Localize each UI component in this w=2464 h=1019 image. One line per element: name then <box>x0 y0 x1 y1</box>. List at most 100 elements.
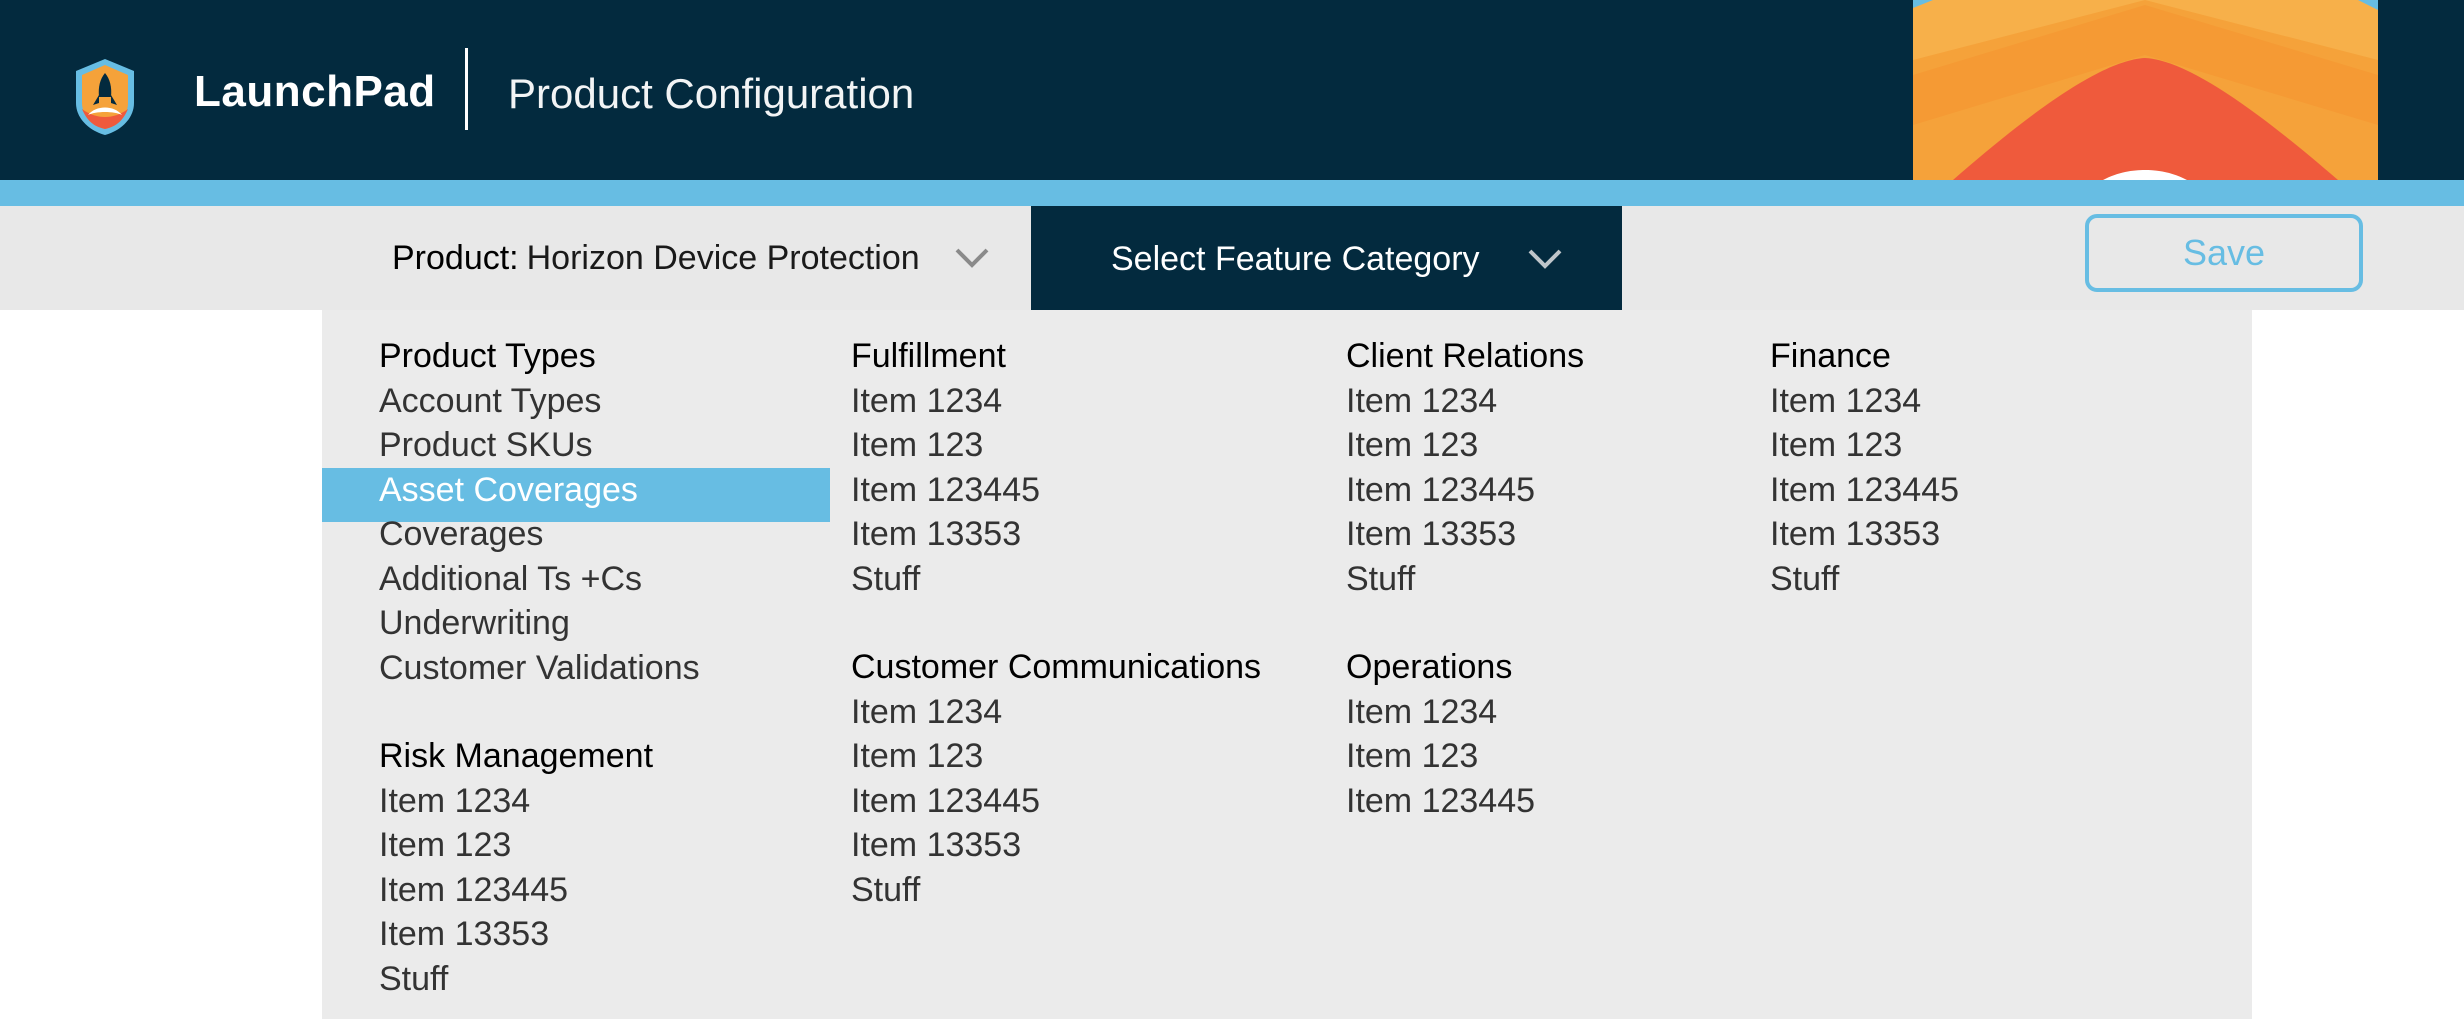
menu-item[interactable]: Item 123 <box>1346 423 1584 468</box>
menu-item-label: Item 123445 <box>1346 470 1536 509</box>
menu-item[interactable]: Item 1234 <box>851 379 1261 424</box>
menu-group: Client Relations Item 1234 Item 123 Item 12… <box>1346 334 1584 601</box>
menu-item-label: Item 1234 <box>1770 381 1922 420</box>
app-header: LaunchPad Product Configuration <box>0 0 2464 180</box>
menu-item-label: Item 123445 <box>851 781 1041 820</box>
menu-item-label: Item 123 <box>1770 426 1903 464</box>
menu-item[interactable]: Item 1234 <box>379 779 700 824</box>
menu-column: Finance Item 1234 Item 123 Item 123445 Item … <box>1770 334 1959 645</box>
menu-item-label: Item 123445 <box>379 870 569 909</box>
menu-item[interactable]: Stuff <box>1770 557 1959 602</box>
banner-artwork <box>1913 0 2378 180</box>
menu-item[interactable]: Item 123 <box>1346 734 1584 779</box>
menu-item[interactable]: Underwriting <box>379 601 700 646</box>
menu-item-label: Item 123445 <box>1770 470 1960 509</box>
feature-category-selector[interactable]: Select Feature Category <box>1031 206 1622 312</box>
menu-item[interactable]: Stuff <box>851 557 1261 602</box>
menu-item-selected[interactable]: Asset Coverages <box>322 467 830 521</box>
menu-item[interactable]: Additional Ts +Cs <box>379 557 700 602</box>
menu-item[interactable]: Item 123445 <box>1346 468 1584 513</box>
menu-item-label: Item 123 <box>1346 737 1479 775</box>
feature-category-menu: Product Types Account Types Product SKUs As… <box>322 310 2252 1019</box>
chevron-down-icon[interactable] <box>1527 248 1563 270</box>
menu-item[interactable]: Item 13353 <box>1770 512 1959 557</box>
menu-group: Customer Communications Item 1234 Item 123… <box>851 645 1261 912</box>
menu-item[interactable]: Item 1234 <box>851 690 1261 735</box>
menu-item-label: Stuff <box>379 959 449 998</box>
menu-group: Product Types Account Types Product SKUs As… <box>322 334 830 691</box>
menu-item-label: Item 13353 <box>1346 515 1517 553</box>
chevron-down-icon[interactable] <box>954 247 990 269</box>
menu-item-label: Item 1234 <box>379 781 531 820</box>
menu-group-heading[interactable]: Fulfillment <box>851 334 1261 379</box>
menu-group-heading[interactable]: Product Types <box>379 334 700 379</box>
menu-item-label: Account Types <box>379 381 602 420</box>
product-value[interactable]: Horizon Device Protection <box>527 239 920 278</box>
header-divider <box>465 48 468 130</box>
menu-item-label: Item 13353 <box>851 515 1022 553</box>
menu-item-label: Product SKUs <box>379 426 593 464</box>
menu-item[interactable]: Item 123445 <box>379 868 700 913</box>
rocket-shield-icon[interactable] <box>74 57 136 137</box>
menu-item[interactable]: Item 13353 <box>379 912 700 957</box>
menu-column: Fulfillment Item 1234 Item 123 Item 123445 I… <box>851 334 1261 956</box>
menu-item-label: Item 13353 <box>851 826 1022 864</box>
menu-item[interactable]: Item 123445 <box>851 779 1261 824</box>
menu-group-heading[interactable]: Operations <box>1346 645 1584 690</box>
menu-item[interactable]: Coverages <box>379 512 700 557</box>
menu-item-label: Item 123445 <box>851 470 1041 509</box>
menu-item-label: Item 123 <box>1346 426 1479 464</box>
menu-group-heading[interactable]: Finance <box>1770 334 1959 379</box>
product-selector[interactable]: Product: Horizon Device Protection <box>392 206 990 310</box>
save-button[interactable]: Save <box>2085 214 2363 292</box>
menu-item-label: Item 123 <box>851 426 984 464</box>
menu-item[interactable]: Item 1234 <box>1346 379 1584 424</box>
menu-group: Risk Management Item 1234 Item 123 Item 123… <box>379 734 700 1001</box>
menu-item[interactable]: Item 13353 <box>1346 512 1584 557</box>
menu-group-heading[interactable]: Client Relations <box>1346 334 1584 379</box>
product-label: Product: <box>392 238 519 277</box>
menu-item[interactable]: Item 123445 <box>851 468 1261 513</box>
page: LaunchPad Product Configuration Product:… <box>0 0 2464 1019</box>
menu-item[interactable]: Customer Validations <box>379 646 700 691</box>
menu-item-label: Asset Coverages <box>379 470 638 509</box>
menu-item-label: Stuff <box>1770 559 1840 598</box>
menu-item-label: Stuff <box>851 559 921 598</box>
menu-item-label: Item 13353 <box>379 915 550 953</box>
menu-item[interactable]: Item 123 <box>851 734 1261 779</box>
menu-group-heading[interactable]: Customer Communications <box>851 645 1261 690</box>
menu-column: Client Relations Item 1234 Item 123 Item 12… <box>1346 334 1584 867</box>
menu-item[interactable]: Stuff <box>1346 557 1584 602</box>
menu-group-heading[interactable]: Risk Management <box>379 734 700 779</box>
menu-item[interactable]: Item 13353 <box>851 823 1261 868</box>
menu-item[interactable]: Item 123 <box>379 823 700 868</box>
menu-item-label: Stuff <box>851 870 921 909</box>
feature-category-label: Select Feature Category <box>1111 239 1480 278</box>
menu-group: Operations Item 1234 Item 123 Item 123445 <box>1346 645 1584 823</box>
menu-item[interactable]: Product SKUs <box>379 423 700 468</box>
menu-item[interactable]: Item 1234 <box>1346 690 1584 735</box>
menu-item[interactable]: Item 123 <box>851 423 1261 468</box>
menu-item-label: Item 123 <box>379 826 512 864</box>
menu-item[interactable]: Item 1234 <box>1770 379 1959 424</box>
brand-name[interactable]: LaunchPad <box>194 62 436 122</box>
menu-item-label: Stuff <box>1346 559 1416 598</box>
menu-item-label: Item 1234 <box>1346 381 1498 420</box>
menu-item[interactable]: Item 13353 <box>851 512 1261 557</box>
menu-item-label: Coverages <box>379 515 544 553</box>
menu-item-label: Item 123445 <box>1346 781 1536 820</box>
menu-item-label: Item 1234 <box>1346 692 1498 731</box>
menu-item[interactable]: Item 123 <box>1770 423 1959 468</box>
menu-group: Finance Item 1234 Item 123 Item 123445 Item … <box>1770 334 1959 601</box>
toolbar: Product: Horizon Device Protection Selec… <box>0 206 2464 312</box>
menu-item[interactable]: Item 123445 <box>1346 779 1584 824</box>
menu-item-label: Item 1234 <box>851 381 1003 420</box>
menu-item-label: Item 123 <box>851 737 984 775</box>
menu-item-label: Underwriting <box>379 604 570 642</box>
menu-column: Product Types Account Types Product SKUs As… <box>322 334 830 1019</box>
menu-item[interactable]: Stuff <box>379 957 700 1002</box>
menu-item[interactable]: Account Types <box>379 379 700 424</box>
menu-item[interactable]: Item 123445 <box>1770 468 1959 513</box>
menu-item[interactable]: Stuff <box>851 868 1261 913</box>
page-title: Product Configuration <box>508 70 915 117</box>
